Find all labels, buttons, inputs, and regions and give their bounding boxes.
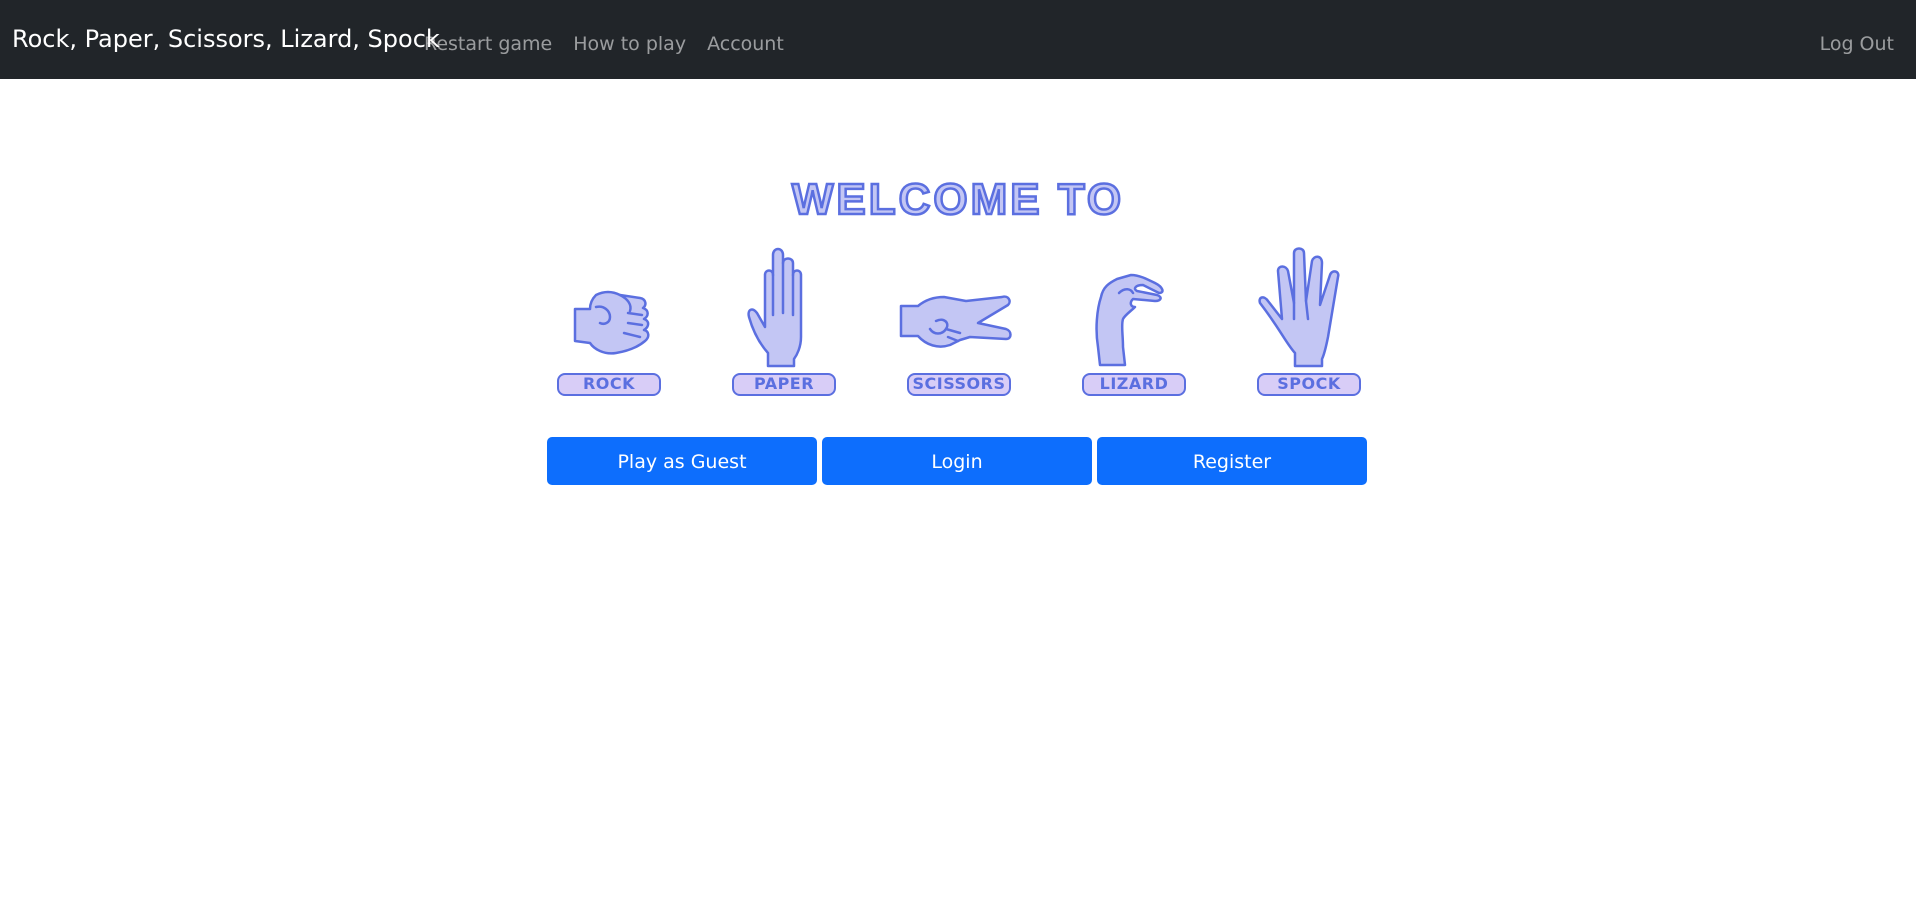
register-button[interactable]: Register bbox=[1097, 437, 1367, 485]
nav-how-to-play[interactable]: How to play bbox=[573, 30, 686, 58]
lizard-hand-icon bbox=[1095, 273, 1164, 367]
spock-hand-icon bbox=[1258, 247, 1340, 368]
hand-paper: PAPER bbox=[723, 245, 843, 405]
rock-hand-icon bbox=[573, 290, 650, 355]
nav-restart-game[interactable]: Restart game bbox=[424, 30, 552, 58]
paper-hand-icon bbox=[747, 247, 803, 368]
login-button[interactable]: Login bbox=[822, 437, 1092, 485]
hand-lizard: LIZARD bbox=[1073, 245, 1193, 405]
hand-label-lizard: LIZARD bbox=[1082, 373, 1186, 396]
hand-label-spock: SPOCK bbox=[1257, 373, 1361, 396]
hand-label-scissors: SCISSORS bbox=[907, 373, 1011, 396]
welcome-heading: WELCOME TO bbox=[791, 174, 1125, 226]
scissors-hand-icon bbox=[899, 295, 1012, 348]
hand-rock: ROCK bbox=[548, 245, 668, 405]
play-as-guest-button[interactable]: Play as Guest bbox=[547, 437, 817, 485]
hand-label-rock: ROCK bbox=[557, 373, 661, 396]
brand-link[interactable]: Rock, Paper, Scissors, Lizard, Spock bbox=[12, 23, 440, 55]
nav-links: Restart game How to play Account bbox=[424, 30, 805, 58]
hand-spock: SPOCK bbox=[1248, 245, 1368, 405]
nav-account[interactable]: Account bbox=[707, 30, 784, 58]
hand-scissors: SCISSORS bbox=[898, 245, 1018, 405]
action-buttons: Play as Guest Login Register bbox=[547, 437, 1367, 485]
logout-link[interactable]: Log Out bbox=[1820, 30, 1894, 58]
hands-row: ROCK PAPER SCISSORS LIZARD SPOCK bbox=[548, 245, 1368, 405]
top-navbar: Rock, Paper, Scissors, Lizard, Spock Res… bbox=[0, 0, 1916, 79]
hand-label-paper: PAPER bbox=[732, 373, 836, 396]
